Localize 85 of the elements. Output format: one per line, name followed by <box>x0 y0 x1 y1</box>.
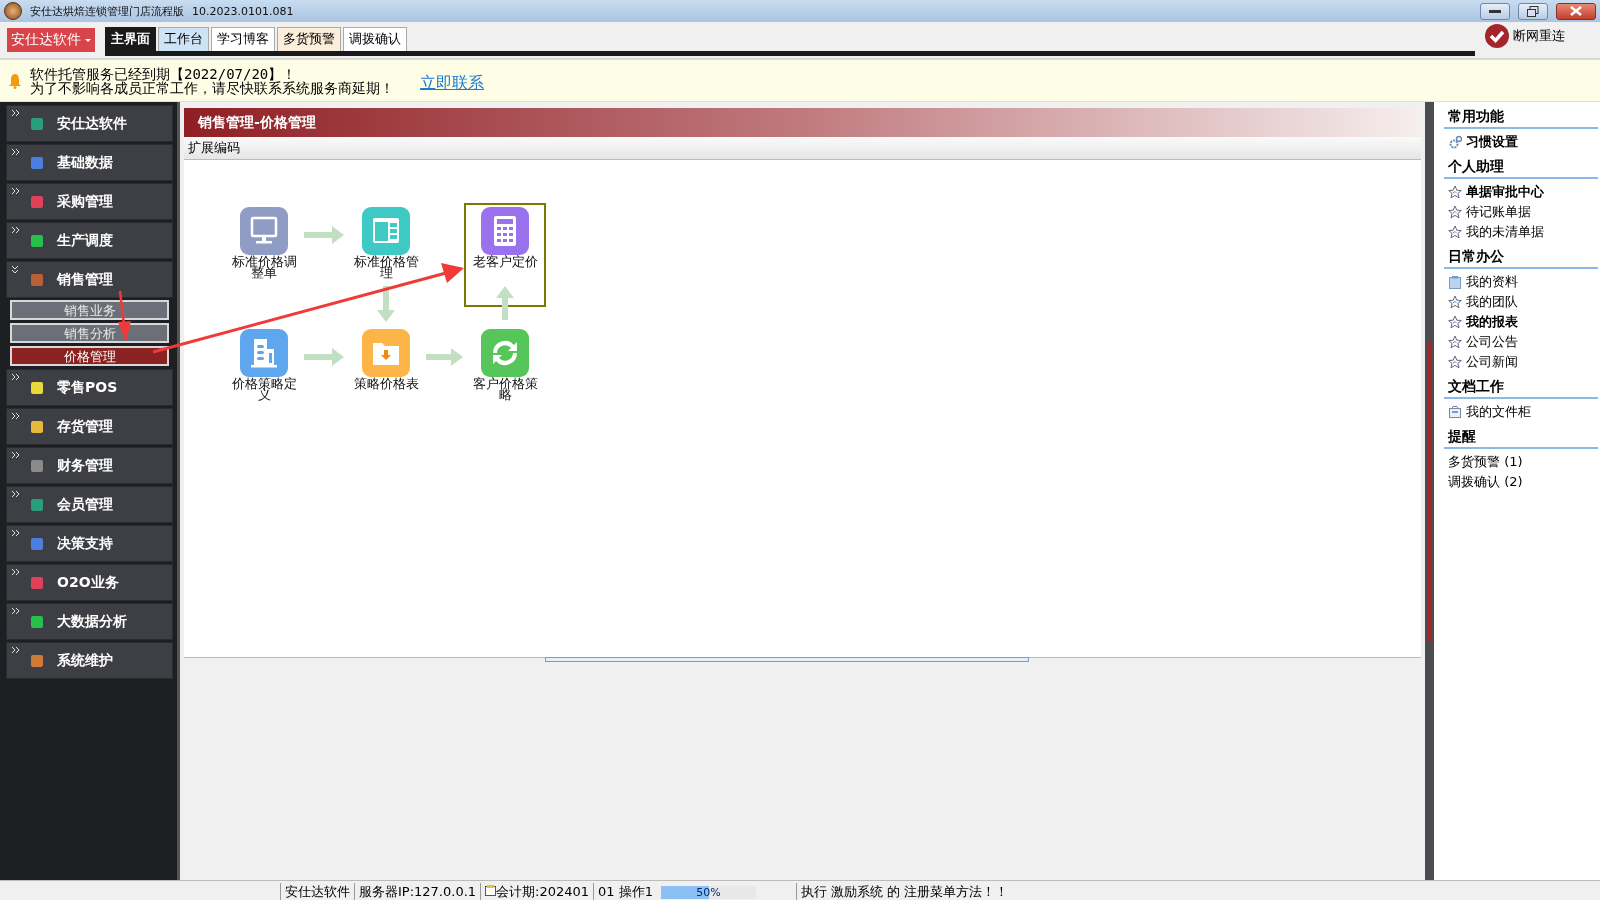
sidebar-item[interactable]: 零售POS <box>6 369 173 406</box>
star-icon <box>1448 185 1462 199</box>
shortcut-link[interactable]: 公司新闻 <box>1444 352 1518 372</box>
panel-title: 销售管理-价格管理 <box>184 108 1421 137</box>
shortcut-link[interactable]: 我的报表 <box>1444 312 1518 332</box>
sidebar-item[interactable]: 存货管理 <box>6 408 173 445</box>
restore-icon <box>1527 5 1539 17</box>
star-icon <box>1448 355 1462 369</box>
sidebar-item[interactable]: 安仕达软件 <box>6 105 173 142</box>
status-text: 会计期:202401 <box>496 884 590 899</box>
contact-link[interactable]: 立即联系 <box>420 73 484 94</box>
flow-node[interactable]: 客户价格策略 <box>464 329 546 400</box>
notepad-icon <box>485 885 497 896</box>
sidebar-item[interactable]: 生产调度 <box>6 222 173 259</box>
tab[interactable]: 调拨确认 <box>343 26 407 51</box>
flow-node[interactable]: 老客户定价 <box>464 207 546 267</box>
minimize-icon <box>1489 9 1501 13</box>
submenu-item[interactable]: 销售业务 <box>10 300 169 320</box>
status-text: 安仕达软件 <box>280 883 354 900</box>
splitter-handle[interactable] <box>545 657 1029 662</box>
shortcut-link[interactable]: 我的资料 <box>1444 272 1518 292</box>
restore-button[interactable] <box>1518 2 1548 20</box>
close-button[interactable] <box>1556 2 1596 20</box>
checkmark-icon <box>1485 24 1509 48</box>
window-title: 安仕达烘焙连锁管理门店流程版 <box>30 3 184 19</box>
extended-code-label: 扩展编码 <box>188 139 240 157</box>
submenu-item[interactable]: 销售分析 <box>10 323 169 343</box>
bell-icon <box>8 72 22 89</box>
sidebar-item[interactable]: 决策支持 <box>6 525 173 562</box>
tab[interactable]: 多货预警 <box>277 26 341 51</box>
section-heading: 文档工作 <box>1444 376 1598 399</box>
sidebar-item[interactable]: 大数据分析 <box>6 603 173 640</box>
flow-node[interactable]: 价格策略定义 <box>223 329 305 400</box>
status-message: 执行 激励系统 的 注册菜单方法！！ <box>796 883 1013 900</box>
status-text: 01 操作1 <box>593 883 658 900</box>
status-text: 服务器IP:127.0.0.1 <box>354 883 481 900</box>
flow-node[interactable]: 标准价格调整单 <box>223 207 305 278</box>
star-icon <box>1448 295 1462 309</box>
shortcut-link[interactable]: 我的团队 <box>1444 292 1518 312</box>
shortcut-link[interactable]: 待记账单据 <box>1444 202 1531 222</box>
shortcut-link[interactable]: 调拨确认 (2) <box>1444 472 1523 492</box>
section-heading: 个人助理 <box>1444 156 1598 179</box>
sidebar-item[interactable]: 财务管理 <box>6 447 173 484</box>
gear-icon <box>1448 135 1462 149</box>
reconnect-button[interactable]: 断网重连 <box>1485 24 1565 48</box>
sidebar-item[interactable]: 会员管理 <box>6 486 173 523</box>
shortcut-link[interactable]: 我的未清单据 <box>1444 222 1544 242</box>
section-heading: 日常办公 <box>1444 246 1598 269</box>
shortcut-link[interactable]: 公司公告 <box>1444 332 1518 352</box>
submenu-item[interactable]: 价格管理 <box>10 346 169 366</box>
star-icon <box>1448 315 1462 329</box>
notepad-icon <box>1448 275 1462 289</box>
section-heading: 提醒 <box>1444 426 1598 449</box>
software-menu-button[interactable]: 安仕达软件 <box>7 28 95 52</box>
sidebar-item[interactable]: 系统维护 <box>6 642 173 679</box>
flow-arrow <box>426 348 463 366</box>
tab[interactable]: 主界面 <box>105 26 156 51</box>
annotation-arrow <box>118 290 131 342</box>
flow-node[interactable]: 策略价格表 <box>345 329 427 389</box>
shortcut-link[interactable]: 习惯设置 <box>1444 132 1518 152</box>
flow-node[interactable]: 标准价格管理 <box>345 207 427 278</box>
star-icon <box>1448 335 1462 349</box>
caret-icon <box>85 38 91 42</box>
sidebar-item[interactable]: 销售管理 <box>6 261 173 298</box>
star-icon <box>1448 205 1462 219</box>
flow-arrow <box>304 348 344 366</box>
flow-arrow <box>496 286 514 320</box>
section-heading: 常用功能 <box>1444 106 1598 129</box>
app-logo-icon <box>4 2 22 20</box>
sidebar-item[interactable]: O2O业务 <box>6 564 173 601</box>
version-text: 10.2023.0101.081 <box>192 4 294 18</box>
star-icon <box>1448 225 1462 239</box>
shortcut-link[interactable]: 多货预警 (1) <box>1444 452 1523 472</box>
flow-arrow <box>377 286 395 322</box>
close-icon <box>1570 6 1582 16</box>
minimize-button[interactable] <box>1480 2 1510 20</box>
sidebar-item[interactable]: 采购管理 <box>6 183 173 220</box>
tab[interactable]: 学习博客 <box>211 26 275 51</box>
flow-arrow <box>304 226 344 244</box>
sidebar-item[interactable]: 基础数据 <box>6 144 173 181</box>
shortcut-link[interactable]: 单据审批中心 <box>1444 182 1544 202</box>
shortcut-link[interactable]: 我的文件柜 <box>1444 402 1531 422</box>
notice-message: 软件托管服务已经到期【2022/07/20】！ 为了不影响各成员正常工作，请尽快联系系统服务商延期！ <box>30 66 394 95</box>
tab[interactable]: 工作台 <box>158 26 209 51</box>
briefcase-icon <box>1448 405 1462 419</box>
